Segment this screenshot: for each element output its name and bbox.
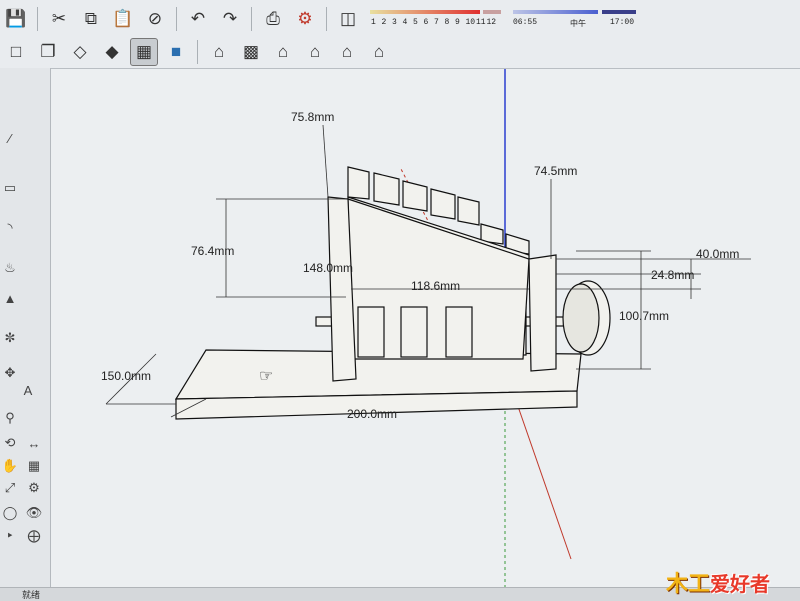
left-view-icon[interactable]: ⌂ [365, 38, 393, 66]
dim-76-4: 76.4mm [191, 244, 234, 258]
toolbar-separator [326, 7, 327, 31]
month-tick-label: 2 [381, 18, 387, 27]
right-post [528, 254, 557, 372]
undo-icon[interactable]: ↶ [184, 5, 212, 33]
dim-200: 200.0mm [347, 407, 397, 421]
tape-measure-icon[interactable]: ⚲ [0, 408, 20, 428]
orbit-tool-icon[interactable]: ⟲ [0, 433, 20, 453]
front-cam-3 [445, 306, 473, 358]
month-tick-label: 6 [423, 18, 429, 27]
section-plane-icon[interactable]: ⨁ [24, 526, 44, 546]
logo-mark: 木工 [666, 572, 711, 597]
save-icon[interactable]: 💾 [2, 5, 30, 33]
month-tick-label: 1 [371, 18, 376, 27]
toolbar-separator [251, 7, 252, 31]
dim-74-5: 74.5mm [534, 164, 577, 178]
back-view-icon[interactable]: ⌂ [333, 38, 361, 66]
month-tick-label: 5 [413, 18, 418, 27]
watermark-logo: 木工 爱好者 [666, 566, 770, 598]
zoom-window-icon[interactable]: ▦ [24, 456, 44, 476]
pan-cursor-icon: ☞ [259, 368, 273, 385]
shaded-icon[interactable]: ◆ [98, 38, 126, 66]
logo-text: 爱好者 [710, 571, 771, 596]
paint-bucket-icon[interactable]: ♨ [0, 258, 20, 278]
print-icon[interactable]: ⎙ [259, 5, 287, 33]
right-view-icon[interactable]: ⌂ [301, 38, 329, 66]
top-view-icon[interactable]: ▩ [237, 38, 265, 66]
iso-view-icon[interactable]: ⌂ [205, 38, 233, 66]
dim-148: 148.0mm [303, 261, 353, 275]
model-geometry [174, 166, 611, 420]
month-tick-label: 4 [402, 18, 408, 27]
cut-icon[interactable]: ✂ [45, 5, 73, 33]
look-around-icon[interactable]: 👁 [24, 503, 44, 523]
rectangle-tool-icon[interactable]: ▭ [0, 178, 20, 198]
toolbar-separator [197, 40, 198, 64]
handwheel-face [562, 283, 600, 353]
month-tick-label: 3 [392, 18, 397, 27]
views-toolbar: □ ❐ ◇ ◆ ▦ ■ ⌂ ▩ ⌂ ⌂ ⌂ ⌂ [0, 37, 395, 67]
standard-toolbar: 💾 ✂ ⧉ 📋 ⊘ ↶ ↷ ⎙ ⚙ ◫ [0, 4, 364, 34]
toolbar-separator [176, 7, 177, 31]
front-cam-1 [357, 306, 385, 358]
model-drawing: 75.8mm 74.5mm 76.4mm 148.0mm 118.6mm 40.… [101, 69, 751, 587]
dim-24-8: 24.8mm [651, 268, 694, 282]
month-tick-label: 12 [486, 18, 497, 27]
previous-view-icon[interactable]: ⚙ [24, 478, 44, 498]
copy-icon[interactable]: ⧉ [77, 5, 105, 33]
toolbar-separator [37, 7, 38, 31]
month-tick-label: 9 [455, 18, 460, 27]
time-slider-end [602, 10, 636, 14]
front-cam-2 [400, 306, 428, 358]
paste-icon[interactable]: 📋 [109, 5, 137, 33]
pan-tool-icon[interactable]: ✋ [0, 456, 20, 476]
month-tick-label: 8 [444, 18, 450, 27]
month-slider-end [483, 10, 501, 14]
arc-tool-icon[interactable]: ◝ [0, 218, 20, 238]
month-tick-label: 11 [476, 18, 486, 27]
redo-icon[interactable]: ↷ [216, 5, 244, 33]
shaded-texture-icon[interactable]: ▦ [130, 38, 158, 66]
tool-palette: ∕ ▭ ◝ ♨ ▲ ✼ ✥ A ⚲ ⟲ ↔ ✋ ▦ ⤢ ⚙ ◯ 👁 ‣ ⨁ [0, 68, 51, 588]
shadow-toggle-icon[interactable]: ◫ [334, 5, 362, 33]
dim-100: 100.7mm [619, 309, 669, 323]
time-end-label: 17:00 [610, 18, 635, 27]
month-tick-label: 7 [434, 18, 439, 27]
wireframe-icon[interactable]: ❐ [34, 38, 62, 66]
dim-75-8: 75.8mm [291, 110, 334, 124]
footprints-icon[interactable]: ‣ [0, 526, 20, 546]
text-tool-icon[interactable]: A [18, 380, 38, 400]
time-mid-label: 中午 [570, 20, 586, 29]
line-tool-icon[interactable]: ∕ [0, 128, 20, 148]
time-slider[interactable] [513, 10, 598, 14]
shadow-settings: 1 2 3 4 5 6 7 8 9 10 11 12 06:55 中午 17:00 [365, 6, 640, 32]
month-slider[interactable] [370, 10, 480, 14]
xray-icon[interactable]: □ [2, 38, 30, 66]
erase-icon[interactable]: ⊘ [141, 5, 169, 33]
top-toolbar: 💾 ✂ ⧉ 📋 ⊘ ↶ ↷ ⎙ ⚙ ◫ 1 2 3 4 5 6 7 8 9 10 11 12 06:5… [0, 0, 800, 69]
status-text: 就绪 [22, 590, 41, 600]
dim-40: 40.0mm [696, 247, 739, 261]
month-tick-label: 10 [465, 18, 476, 27]
dim-118-6: 118.6mm [411, 279, 460, 293]
monochrome-icon[interactable]: ■ [162, 38, 190, 66]
push-pull-icon[interactable]: ▲ [0, 288, 20, 308]
hidden-line-icon[interactable]: ◇ [66, 38, 94, 66]
offset-tool-icon[interactable]: ✼ [0, 328, 20, 348]
time-start-label: 06:55 [513, 18, 538, 27]
dim-150: 150.0mm [101, 369, 151, 383]
walk-tool-icon[interactable]: ◯ [0, 503, 20, 523]
zoom-extents-icon[interactable]: ⤢ [0, 478, 20, 498]
front-view-icon[interactable]: ⌂ [269, 38, 297, 66]
modeling-viewport[interactable]: 75.8mm 74.5mm 76.4mm 148.0mm 118.6mm 40.… [51, 69, 800, 587]
move-tool-icon[interactable]: ✥ [0, 363, 20, 383]
model-info-icon[interactable]: ⚙ [291, 5, 319, 33]
dimension-tool-icon[interactable]: ↔ [24, 433, 44, 453]
